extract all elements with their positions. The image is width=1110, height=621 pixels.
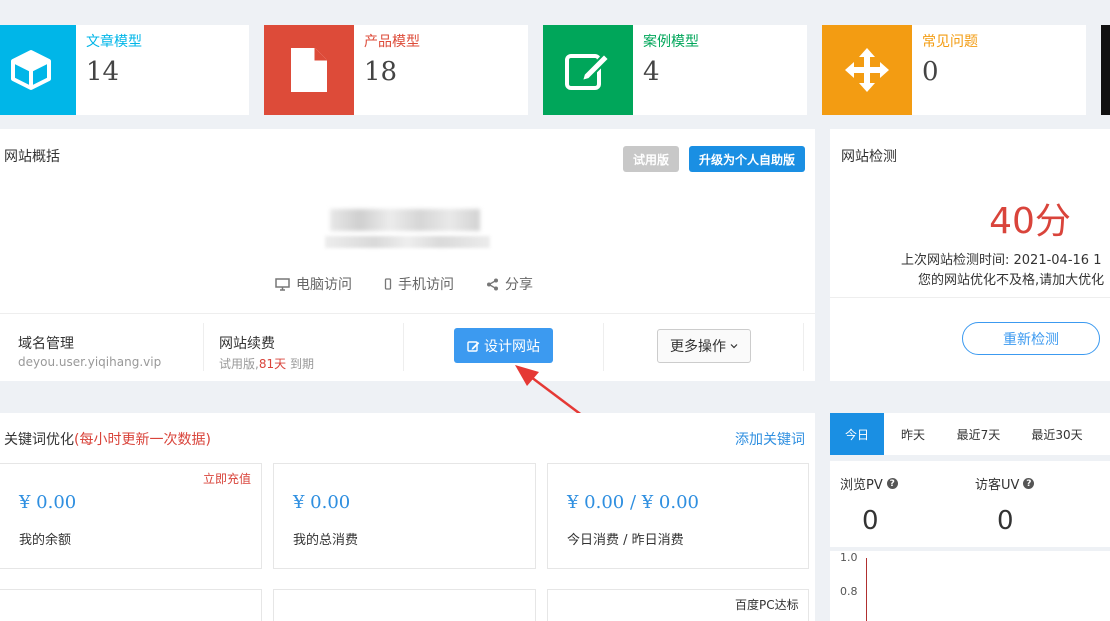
column-separator: [803, 323, 804, 371]
keyword-card: [273, 589, 536, 621]
renew-suffix: 到期: [289, 357, 314, 371]
domain-management-label[interactable]: 域名管理: [18, 333, 74, 353]
stat-value: 18: [364, 57, 398, 87]
site-check-score: 40分: [989, 201, 1071, 242]
site-check-divider: [830, 297, 1110, 298]
upgrade-button[interactable]: 升级为个人自助版: [689, 146, 805, 172]
pv-value: 0: [862, 506, 879, 536]
share-link[interactable]: 分享: [486, 274, 533, 294]
cube-icon: [0, 25, 76, 115]
stat-card-products[interactable]: 产品模型 18: [264, 25, 528, 115]
trial-badge: 试用版: [623, 146, 679, 172]
more-actions-dropdown[interactable]: 更多操作: [657, 329, 751, 363]
recharge-link[interactable]: 立即充值: [203, 470, 251, 487]
uv-label: 访客UV ?: [975, 474, 1035, 493]
site-url-blurred: [325, 236, 490, 248]
site-check-advice: 您的网站优化不及格,请加大优化: [918, 273, 1105, 288]
pc-visit-label: 电脑访问: [296, 277, 352, 293]
balance-value: ¥ 0.00: [19, 492, 77, 513]
traffic-chart: [830, 551, 1110, 621]
renew-days: 81天: [258, 357, 287, 371]
chart-axis-line: [866, 558, 867, 621]
daily-spend-card: [547, 463, 809, 569]
stat-card-articles[interactable]: 文章模型 14: [0, 25, 249, 115]
question-icon[interactable]: ?: [886, 478, 898, 489]
tab-last-7-days[interactable]: 最近7天: [942, 413, 1015, 455]
design-website-label: 设计网站: [484, 338, 540, 355]
stat-card-cases[interactable]: 案例模型 4: [543, 25, 807, 115]
move-icon: [822, 25, 912, 115]
pv-label-text: 浏览PV: [840, 478, 883, 493]
column-separator: [403, 323, 404, 371]
share-label: 分享: [505, 277, 533, 293]
design-website-button[interactable]: 设计网站: [454, 328, 553, 363]
total-spend-value: ¥ 0.00: [293, 492, 351, 513]
stat-title: 常见问题: [922, 34, 978, 50]
stat-title: 产品模型: [364, 34, 420, 50]
monitor-icon: [275, 277, 290, 291]
stat-value: 0: [922, 57, 939, 87]
pc-visit-link[interactable]: 电脑访问: [275, 274, 352, 294]
daily-spend-value: ¥ 0.00 / ¥ 0.00: [567, 492, 700, 513]
mobile-visit-label: 手机访问: [398, 277, 454, 293]
balance-label: 我的余额: [19, 533, 72, 548]
question-icon[interactable]: ?: [1023, 478, 1035, 489]
stat-title: 案例模型: [643, 34, 699, 50]
site-name-blurred: [330, 209, 480, 231]
axis-tick-label: 1.0: [840, 551, 858, 564]
edit-icon: [467, 340, 480, 352]
stat-value: 14: [86, 57, 120, 87]
renew-info: 试用版,81天 到期: [219, 355, 314, 372]
baidu-pc-label: 百度PC达标: [735, 598, 799, 612]
stat-value: 4: [643, 57, 660, 87]
total-spend-card: [273, 463, 536, 569]
domain-value: deyou.user.yiqihang.vip: [18, 355, 162, 369]
stat-card-faq[interactable]: 常见问题 0: [822, 25, 1086, 115]
mobile-visit-link[interactable]: 手机访问: [384, 274, 454, 294]
more-actions-label: 更多操作: [670, 339, 726, 355]
keywords-title: 关键词优化(每小时更新一次数据): [4, 429, 211, 449]
mobile-icon: [384, 278, 392, 290]
file-icon: [264, 25, 354, 115]
keywords-title-text: 关键词优化: [4, 432, 74, 448]
add-keyword-link[interactable]: 添加关键词: [735, 429, 805, 449]
chevron-down-icon: [730, 344, 738, 349]
uv-label-text: 访客UV: [975, 478, 1020, 493]
tab-last-30-days[interactable]: 最近30天: [1015, 413, 1099, 455]
tab-yesterday[interactable]: 昨天: [884, 413, 942, 455]
overview-divider: [0, 313, 815, 314]
axis-tick-label: 0.8: [840, 585, 858, 598]
traffic-tabs: 今日 昨天 最近7天 最近30天: [830, 413, 1110, 455]
renew-prefix: 试用版,: [219, 357, 259, 371]
keyword-card: [0, 589, 262, 621]
total-spend-label: 我的总消费: [293, 533, 359, 548]
renew-label[interactable]: 网站续费: [219, 333, 275, 353]
stat-card-partial: [1101, 25, 1110, 115]
last-check-time: 上次网站检测时间: 2021-04-16 1: [901, 253, 1102, 268]
daily-spend-label: 今日消费 / 昨日消费: [567, 533, 684, 548]
edit-icon: [543, 25, 633, 115]
stat-title: 文章模型: [86, 34, 142, 50]
pv-label: 浏览PV ?: [840, 474, 898, 493]
column-separator: [203, 323, 204, 371]
recheck-button[interactable]: 重新检测: [962, 322, 1100, 355]
keywords-update-note: (每小时更新一次数据): [74, 432, 211, 448]
overview-title: 网站概括: [4, 149, 60, 165]
site-check-title: 网站检测: [841, 149, 897, 165]
tab-today[interactable]: 今日: [830, 413, 884, 455]
uv-value: 0: [997, 506, 1014, 536]
share-icon: [487, 278, 498, 290]
